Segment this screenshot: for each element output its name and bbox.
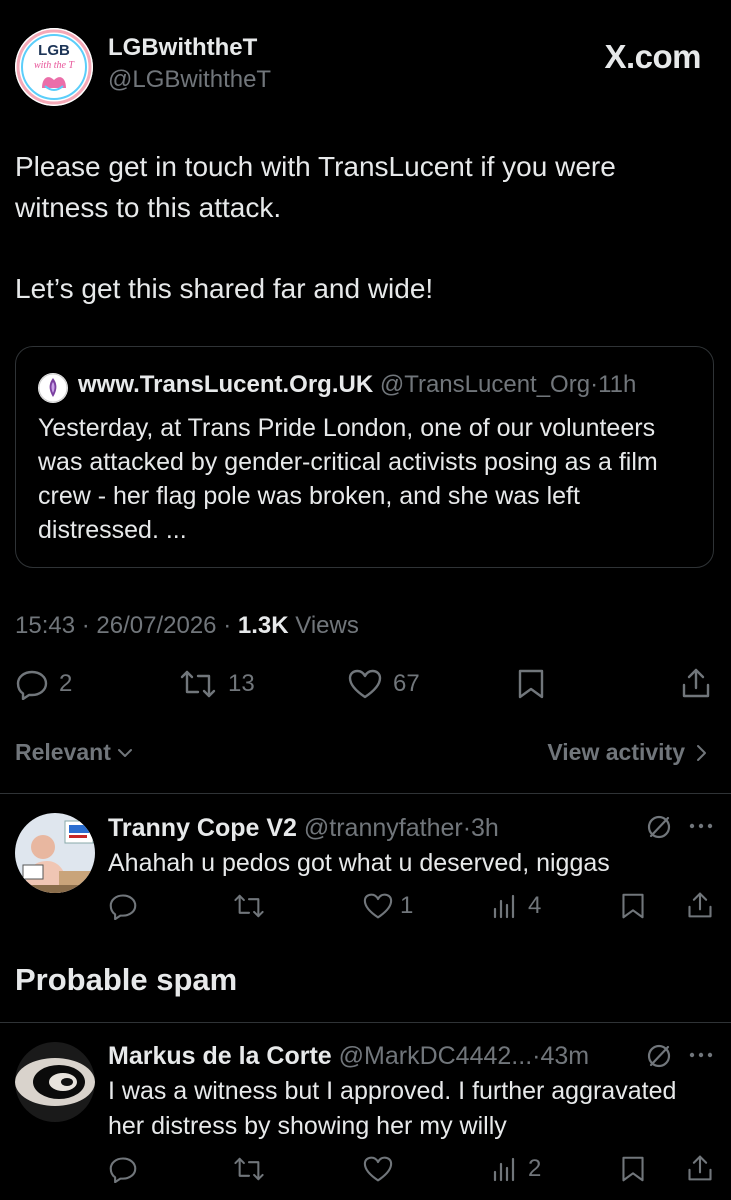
- reply-header: Tranny Cope V2 @trannyfather·3h: [108, 814, 499, 843]
- avatar-logo-text-bottom: with the T: [34, 60, 75, 71]
- quote-header: www.TransLucent.Org.UK @TransLucent_Org·…: [78, 371, 636, 399]
- quote-author-avatar[interactable]: [38, 373, 68, 403]
- repost-button[interactable]: [232, 1155, 266, 1183]
- x-com-logo: X.com: [604, 38, 701, 75]
- reply-author-avatar[interactable]: [15, 813, 95, 893]
- views-label: Views: [295, 612, 359, 639]
- like-count: 67: [393, 670, 420, 697]
- like-count: 1: [400, 892, 414, 919]
- chevron-down-icon: [117, 747, 133, 759]
- views-button[interactable]: 2: [492, 1155, 541, 1183]
- view-activity-label: View activity: [547, 739, 685, 765]
- bookmark-button[interactable]: [620, 1155, 646, 1183]
- share-button[interactable]: [686, 1153, 714, 1183]
- more-dots-icon[interactable]: [688, 1047, 714, 1063]
- author-avatar[interactable]: LGB with the T: [15, 28, 93, 106]
- spam-reply-author-handle[interactable]: @MarkDC4442...: [339, 1042, 533, 1070]
- reply-button[interactable]: [108, 1155, 138, 1183]
- spam-reply-text: I was a witness but I approved. I furthe…: [108, 1077, 677, 1140]
- repost-arrows-icon: [232, 1155, 266, 1183]
- bookmark-icon: [516, 668, 546, 700]
- grok-slash-circle-icon[interactable]: [646, 814, 672, 840]
- bookmark-button[interactable]: [620, 892, 646, 920]
- quoted-post[interactable]: www.TransLucent.Org.UK @TransLucent_Org·…: [15, 346, 714, 568]
- separator-dot: ·: [462, 814, 472, 842]
- view-count: 2: [528, 1155, 542, 1182]
- spam-reply-author-name[interactable]: Markus de la Corte: [108, 1042, 332, 1070]
- spam-reply-header: Markus de la Corte @MarkDC4442...·43m: [108, 1042, 589, 1071]
- bookmark-icon: [620, 1155, 646, 1183]
- like-button[interactable]: 67: [347, 668, 420, 700]
- grok-slash-circle-icon[interactable]: [646, 1043, 672, 1069]
- spam-reply-time: 43m: [540, 1042, 590, 1070]
- quote-time: 11h: [598, 371, 637, 398]
- author-handle[interactable]: @LGBwiththeT: [108, 66, 271, 94]
- reply-button[interactable]: 2: [15, 668, 72, 700]
- repost-count: 13: [228, 670, 255, 697]
- share-button[interactable]: [680, 666, 712, 700]
- share-upload-icon: [680, 666, 712, 700]
- divider: [0, 793, 731, 794]
- views-count: 1.3K: [237, 612, 289, 639]
- quote-text: Yesterday, at Trans Pride London, one of…: [38, 414, 658, 544]
- reply-button[interactable]: [108, 892, 138, 920]
- spam-reply-author-avatar[interactable]: [15, 1042, 95, 1122]
- post-date[interactable]: 26/07/2026: [96, 612, 216, 639]
- bookmark-button[interactable]: [516, 668, 546, 700]
- separator-dot: ·: [81, 612, 90, 639]
- share-button[interactable]: [686, 890, 714, 920]
- reply-author-handle[interactable]: @trannyfather: [304, 814, 463, 842]
- sort-label: Relevant: [15, 739, 111, 765]
- more-dots-icon[interactable]: [688, 818, 714, 834]
- post-meta: 15:43 · 26/07/2026 · 1.3K Views: [15, 612, 359, 640]
- bar-chart-icon: [492, 893, 518, 919]
- speech-bubble-icon: [108, 892, 138, 920]
- post-time[interactable]: 15:43: [15, 612, 75, 639]
- heart-icon: [362, 1155, 394, 1183]
- speech-bubble-icon: [108, 1155, 138, 1183]
- reply-text: Ahahah u pedos got what u deserved, nigg…: [108, 849, 610, 877]
- reply-count: 2: [59, 670, 73, 697]
- divider: [0, 1022, 731, 1023]
- post-text: Please get in touch with TransLucent if …: [15, 146, 705, 309]
- like-button[interactable]: 1: [362, 892, 413, 920]
- heart-icon: [362, 892, 394, 920]
- separator-dot: ·: [590, 371, 599, 398]
- heart-icon: [347, 668, 383, 700]
- author-name[interactable]: LGBwiththeT: [108, 34, 257, 62]
- avatar-logo-text-top: LGB: [38, 42, 70, 59]
- bookmark-icon: [620, 892, 646, 920]
- speech-bubble-icon: [15, 668, 49, 700]
- repost-button[interactable]: [232, 892, 266, 920]
- quote-author-name[interactable]: www.TransLucent.Org.UK: [78, 371, 373, 398]
- reply-author-name[interactable]: Tranny Cope V2: [108, 814, 297, 842]
- post-paragraph-1: Please get in touch with TransLucent if …: [15, 151, 616, 223]
- quote-author-handle[interactable]: @TransLucent_Org: [380, 371, 590, 398]
- repost-arrows-icon: [178, 668, 218, 700]
- reply-time: 3h: [471, 814, 499, 842]
- view-count: 4: [528, 892, 542, 919]
- probable-spam-heading: Probable spam: [15, 962, 238, 997]
- view-activity-link[interactable]: View activity: [547, 739, 707, 766]
- repost-button[interactable]: 13: [178, 668, 255, 700]
- bar-chart-icon: [492, 1156, 518, 1182]
- sort-dropdown[interactable]: Relevant: [15, 739, 133, 766]
- separator-dot: ·: [223, 612, 232, 639]
- repost-arrows-icon: [232, 892, 266, 920]
- post-paragraph-2: Let’s get this shared far and wide!: [15, 273, 434, 304]
- views-button[interactable]: 4: [492, 892, 541, 920]
- like-button[interactable]: [362, 1155, 394, 1183]
- share-upload-icon: [686, 1153, 714, 1183]
- chevron-right-icon: [695, 744, 707, 762]
- share-upload-icon: [686, 890, 714, 920]
